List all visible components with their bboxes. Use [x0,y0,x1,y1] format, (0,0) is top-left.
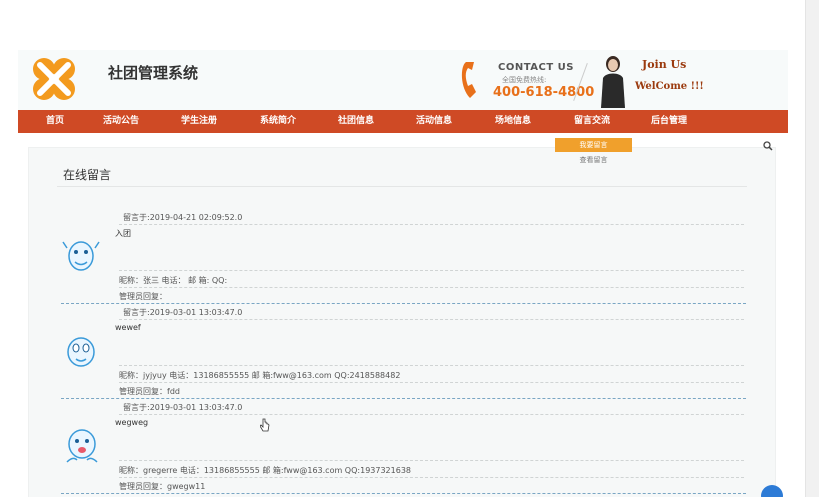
phone-icon [461,62,476,98]
admin-reply: 管理员回复： [119,292,167,301]
cartoon-avatar-icon [62,241,100,271]
message-divider [119,382,744,383]
message-panel: 在线留言 留言于:2019-04-21 02:09:52.0 入团 昵称：张三 … [28,147,776,497]
message-separator [61,493,746,494]
message-author-info: 昵称：jyjyuy 电话：13186855555 邮 箱:fww@163.com… [119,371,401,380]
cartoon-avatar-icon [67,337,95,367]
message-divider [119,270,744,271]
message-separator [61,398,746,399]
message-divider [119,460,744,461]
join-us-text: Join Us [642,58,687,71]
page-frame: 社团管理系统 CONTACT US 全国免费热线: 400-618-4800 J… [18,50,788,497]
nav-item-announcements[interactable]: 活动公告 [103,110,139,133]
page-scrollbar[interactable] [805,0,819,497]
nav-item-venue-info[interactable]: 场地信息 [495,110,531,133]
message-divider [119,477,744,478]
dropdown-item-view-messages[interactable]: 查看留言 [555,154,632,166]
message-date: 留言于:2019-03-01 13:03:47.0 [123,403,243,412]
message-divider [119,224,744,225]
message-date: 留言于:2019-04-21 02:09:52.0 [123,213,243,222]
message-divider [119,365,744,366]
message-content: 入团 [115,229,131,238]
message-content: wegweg [115,418,149,427]
message-divider [119,414,744,415]
contact-subtitle: 全国免费热线: [502,76,547,84]
message-content: wewef [115,323,141,332]
nav-item-club-info[interactable]: 社团信息 [338,110,374,133]
welcome-text: WelCome !!! [635,81,704,92]
admin-reply: 管理员回复：fdd [119,387,180,396]
site-header: 社团管理系统 CONTACT US 全国免费热线: 400-618-4800 J… [18,50,788,110]
nav-item-messages[interactable]: 留言交流 [574,110,610,133]
person-photo-icon [601,56,625,108]
nav-item-student-register[interactable]: 学生注册 [181,110,217,133]
admin-reply: 管理员回复：gwegw11 [119,482,206,491]
message-author-info: 昵称：gregerre 电话：13186855555 邮 箱:fww@163.c… [119,466,411,475]
site-title: 社团管理系统 [108,64,199,82]
nav-item-home[interactable]: 首页 [46,110,64,133]
club-logo-icon [33,58,75,100]
search-icon[interactable] [763,141,773,151]
panel-title-divider [57,186,747,187]
dropdown-item-post-message[interactable]: 我要留言 [555,138,632,152]
panel-title: 在线留言 [63,168,112,182]
message-author-info: 昵称：张三 电话： 邮 箱: QQ: [119,276,228,285]
message-separator [61,303,746,304]
mouse-cursor-icon [260,418,270,432]
message-divider [119,287,744,288]
main-nav: 首页 活动公告 学生注册 系统简介 社团信息 活动信息 场地信息 留言交流 后台… [18,110,788,133]
contact-title: CONTACT US [498,62,574,73]
message-divider [119,319,744,320]
nav-item-admin[interactable]: 后台管理 [651,110,687,133]
nav-item-activity-info[interactable]: 活动信息 [416,110,452,133]
nav-item-system-intro[interactable]: 系统简介 [260,110,296,133]
message-date: 留言于:2019-03-01 13:03:47.0 [123,308,243,317]
cartoon-avatar-icon [66,429,98,463]
